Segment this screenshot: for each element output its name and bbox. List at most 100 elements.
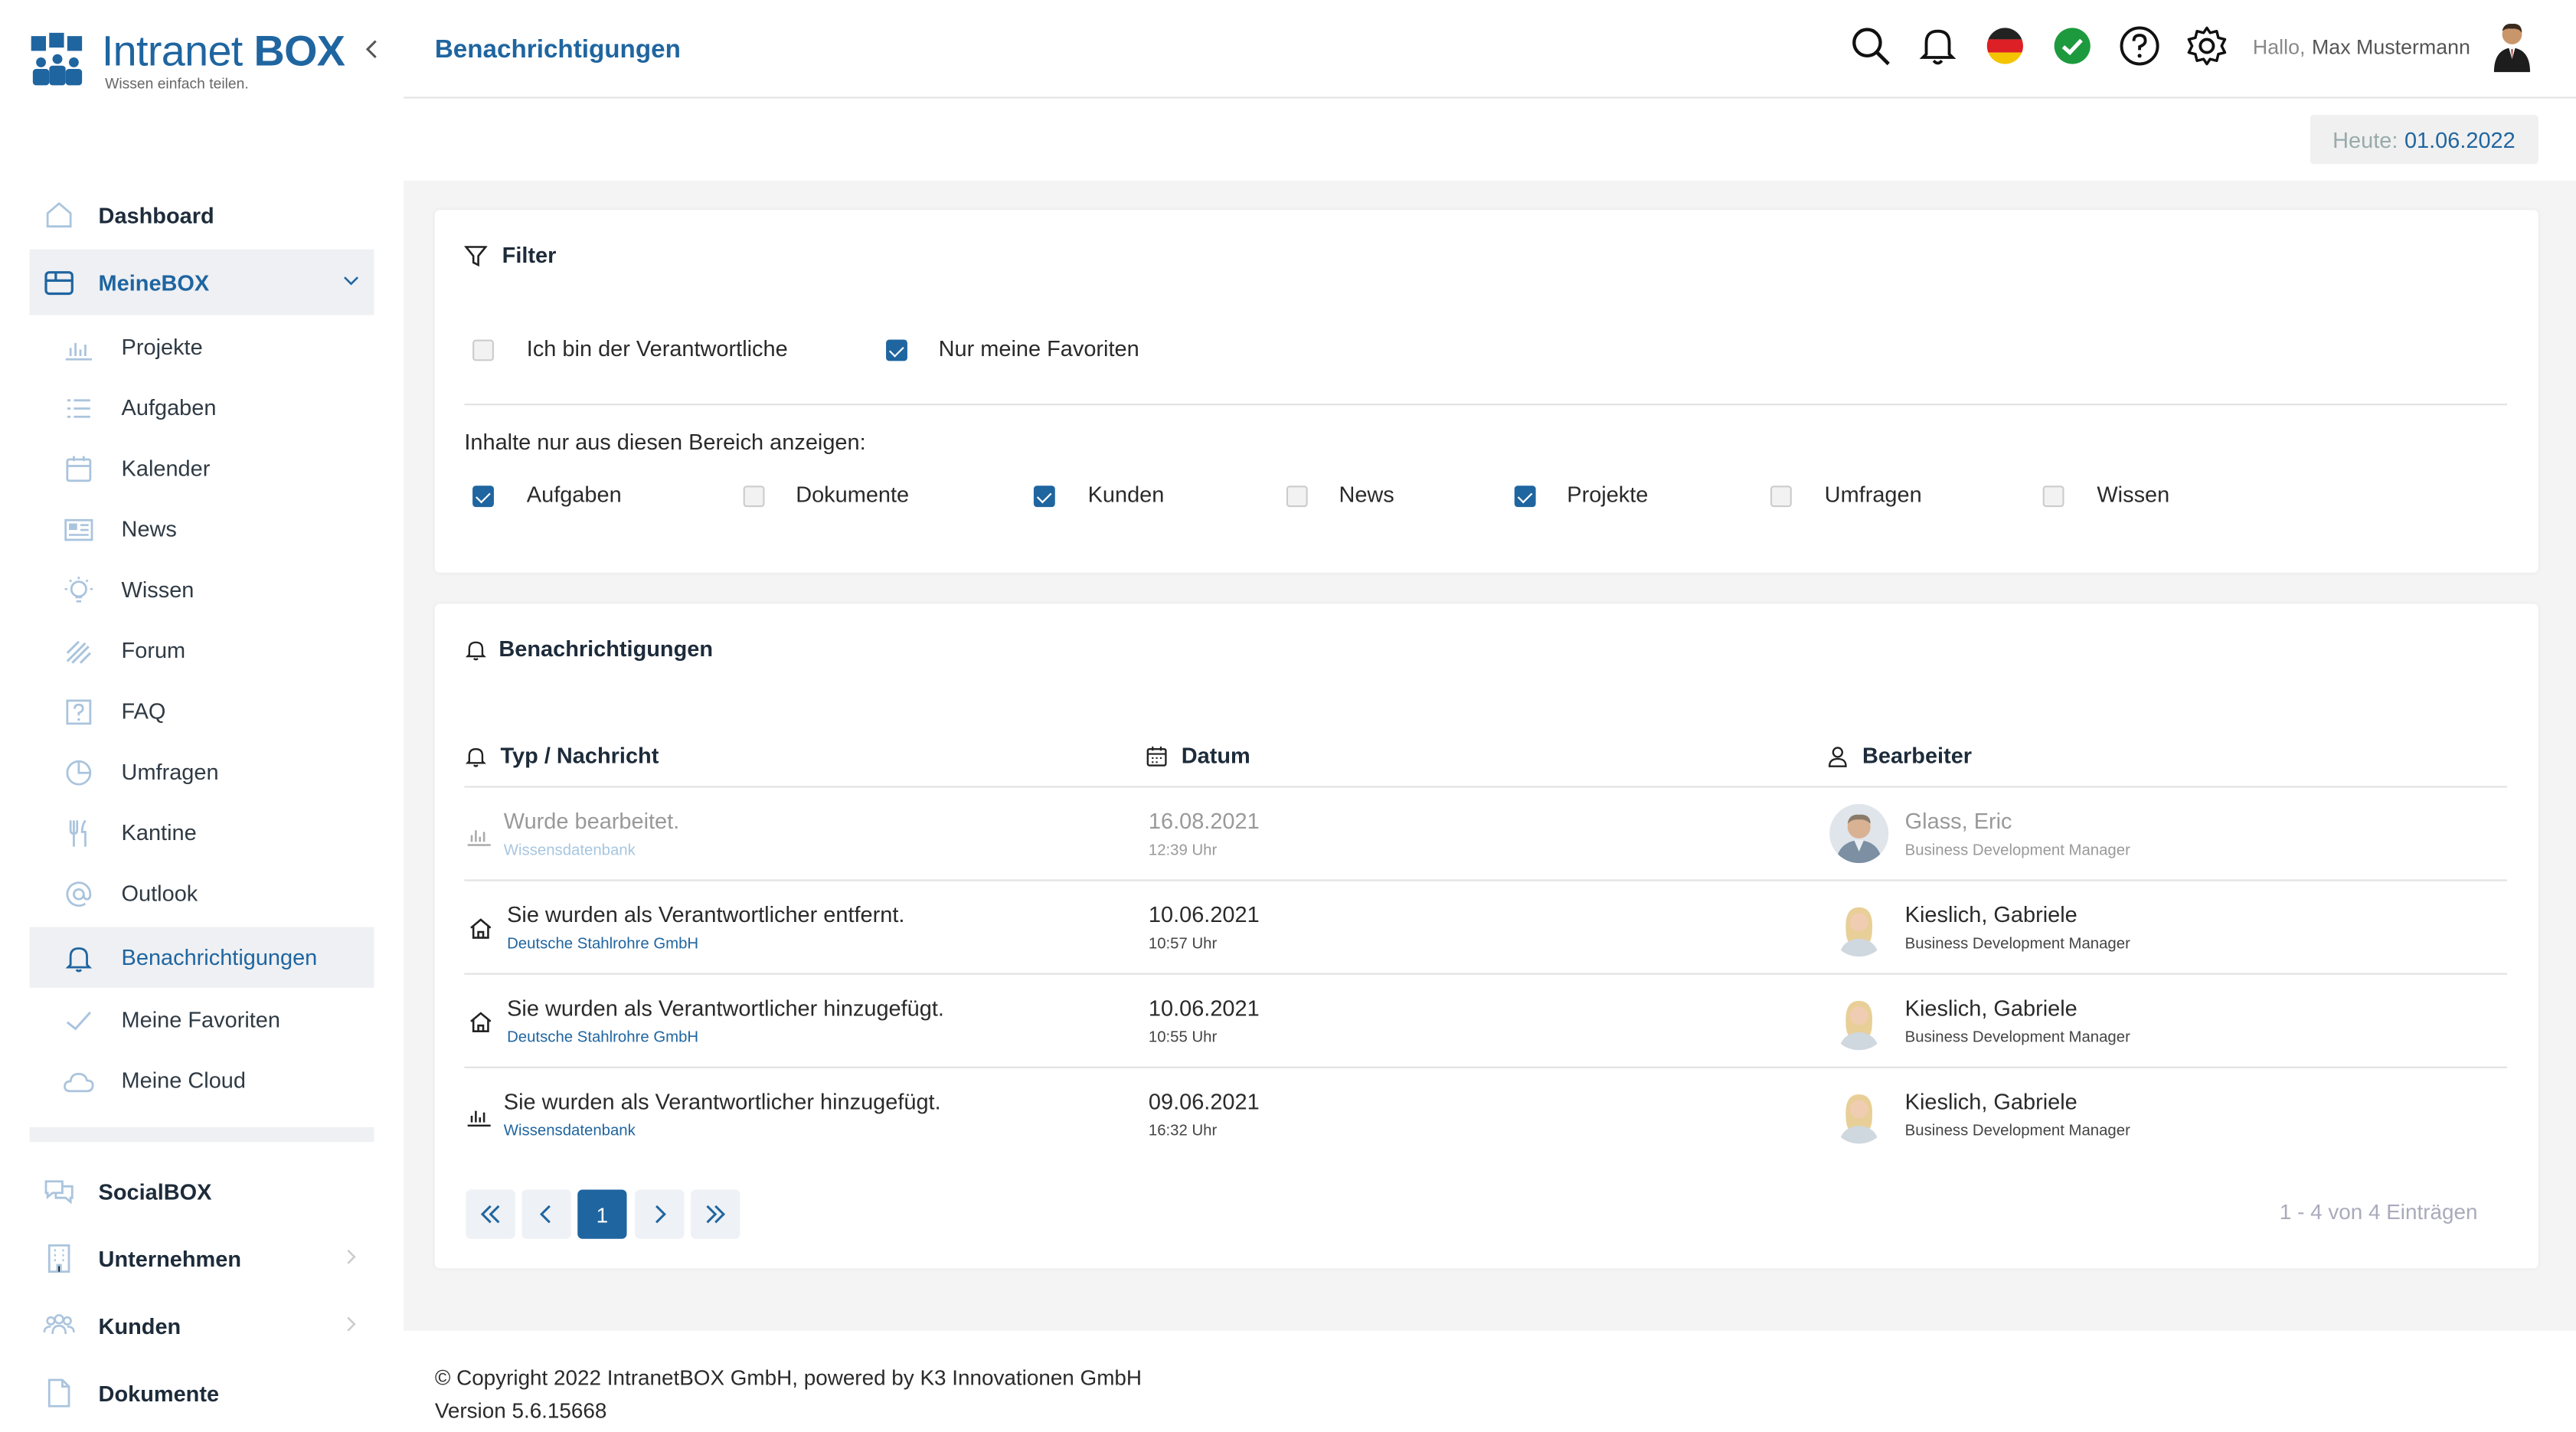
top-header: Benachrichtigungen Hallo, Max Mustermann xyxy=(404,0,2576,99)
prev-page-button[interactable] xyxy=(521,1189,571,1239)
notification-person[interactable]: Kieslich, Gabriele xyxy=(1905,1090,2077,1114)
notification-source-link[interactable]: Wissensdatenbank xyxy=(504,842,636,860)
sidebar-item-wissen[interactable]: Wissen xyxy=(30,560,374,620)
sidebar-item-dokumente[interactable]: Dokumente xyxy=(30,1360,374,1426)
avatar xyxy=(1829,803,1889,864)
row-divider xyxy=(464,879,2508,881)
checkbox-umfragen[interactable] xyxy=(1770,486,1792,508)
avatar xyxy=(1829,897,1889,957)
filter-icon xyxy=(464,245,488,266)
sidebar-item-label: FAQ xyxy=(121,698,166,724)
sidebar-item-dashboard[interactable]: Dashboard xyxy=(30,182,374,248)
checkbox-news[interactable] xyxy=(1286,486,1308,508)
german-flag-icon[interactable] xyxy=(1982,23,2028,69)
notification-date: 16.08.2021 xyxy=(1148,809,1260,834)
document-icon xyxy=(47,1378,70,1407)
entries-summary: 1 - 4 von 4 Einträgen xyxy=(2279,1199,2478,1224)
bar-chart-icon xyxy=(467,1110,491,1127)
sidebar-item-kunden[interactable]: Kunden xyxy=(30,1293,374,1358)
notification-person[interactable]: Kieslich, Gabriele xyxy=(1905,996,2077,1021)
pie-chart-icon xyxy=(66,759,92,785)
sidebar-item-label: Kunden xyxy=(98,1313,181,1339)
notification-date: 09.06.2021 xyxy=(1148,1089,1260,1114)
search-icon[interactable] xyxy=(1848,23,1894,69)
checkbox-verantwortlicher[interactable] xyxy=(472,339,494,361)
notification-role: Business Development Manager xyxy=(1904,935,2130,953)
notifications-title: Benachrichtigungen xyxy=(464,636,713,662)
notification-person[interactable]: Glass, Eric xyxy=(1905,809,2012,833)
first-page-button[interactable] xyxy=(466,1189,515,1239)
logo[interactable]: Intranet BOX Wissen einfach teilen. xyxy=(28,26,372,98)
checkbox-favoriten[interactable] xyxy=(886,339,907,361)
notification-source-link[interactable]: Wissensdatenbank xyxy=(504,1123,636,1141)
row-divider xyxy=(464,973,2508,975)
notification-date: 10.06.2021 xyxy=(1148,996,1260,1021)
checkbox-dokumente[interactable] xyxy=(743,486,765,508)
sidebar-item-meine-cloud[interactable]: Meine Cloud xyxy=(30,1050,374,1110)
notification-role: Business Development Manager xyxy=(1904,1028,2130,1048)
sidebar-item-kalender[interactable]: Kalender xyxy=(30,438,374,499)
column-header-bearbeiter[interactable]: Bearbeiter xyxy=(1826,744,1972,768)
sidebar-item-aufgaben[interactable]: Aufgaben xyxy=(30,378,374,438)
chevron-right-icon xyxy=(655,1205,666,1224)
checkbox-label: Projekte xyxy=(1567,482,1649,508)
checkbox-label: Nur meine Favoriten xyxy=(938,336,1139,361)
calendar-icon xyxy=(1146,745,1167,766)
last-page-button[interactable] xyxy=(691,1189,740,1239)
checkbox-label: Dokumente xyxy=(796,482,910,508)
collapse-sidebar-icon[interactable] xyxy=(363,36,383,62)
column-header-datum[interactable]: Datum xyxy=(1146,744,1250,768)
chevron-left-icon xyxy=(539,1205,551,1224)
sidebar-item-meine-favoriten[interactable]: Meine Favoriten xyxy=(30,989,374,1050)
notification-message: Sie wurden als Verantwortlicher hinzugef… xyxy=(503,1089,941,1114)
sidebar-item-news[interactable]: News xyxy=(30,499,374,559)
notification-person[interactable]: Kieslich, Gabriele xyxy=(1905,902,2077,927)
sidebar-item-faq[interactable]: FAQ xyxy=(30,681,374,741)
sidebar-item-projekte[interactable]: Projekte xyxy=(30,317,374,378)
next-page-button[interactable] xyxy=(635,1189,685,1239)
sidebar-item-outlook[interactable]: Outlook xyxy=(30,863,374,924)
sidebar-divider xyxy=(29,1127,374,1143)
sidebar-item-label: Meine Favoriten xyxy=(121,1007,280,1032)
areas-label: Inhalte nur aus diesen Bereich anzeigen: xyxy=(464,430,866,455)
notification-source-link[interactable]: Deutsche Stahlrohre GmbH xyxy=(507,935,698,953)
sidebar-item-unternehmen[interactable]: Unternehmen xyxy=(30,1226,374,1292)
chevron-right-icon xyxy=(347,1249,356,1264)
sidebar: Intranet BOX Wissen einfach teilen. Dash… xyxy=(0,0,404,1432)
sidebar-item-meinebox[interactable]: MeineBOX xyxy=(29,249,374,315)
home-icon xyxy=(470,918,492,939)
bar-chart-icon xyxy=(65,342,92,360)
avatar[interactable] xyxy=(2487,20,2536,73)
gear-icon[interactable] xyxy=(2184,23,2230,69)
sidebar-item-label: Forum xyxy=(121,638,186,663)
bell-icon xyxy=(465,640,486,660)
checkbox-kunden[interactable] xyxy=(1033,486,1055,508)
checkbox-label: Kunden xyxy=(1087,482,1165,508)
sidebar-item-benachrichtigungen[interactable]: Benachrichtigungen xyxy=(29,927,374,988)
sidebar-item-socialbox[interactable]: SocialBOX xyxy=(30,1159,374,1224)
notification-time: 16:32 Uhr xyxy=(1148,1122,1218,1141)
chevron-right-icon xyxy=(347,1316,356,1332)
user-name[interactable]: Max Mustermann xyxy=(2312,36,2470,59)
logo-icon xyxy=(31,32,83,86)
filter-card xyxy=(434,210,2538,573)
column-header-typ[interactable]: Typ / Nachricht xyxy=(464,744,659,768)
page-button-current[interactable]: 1 xyxy=(577,1189,627,1239)
notification-message: Sie wurden als Verantwortlicher hinzugef… xyxy=(507,996,944,1021)
bell-icon[interactable] xyxy=(1915,23,1961,69)
status-ok-icon[interactable] xyxy=(2049,23,2095,69)
sidebar-item-kantine[interactable]: Kantine xyxy=(30,803,374,863)
checkbox-projekte[interactable] xyxy=(1514,486,1536,508)
sidebar-item-forum[interactable]: Forum xyxy=(30,620,374,681)
chevron-down-icon xyxy=(344,276,359,286)
checkbox-wissen[interactable] xyxy=(2042,486,2064,508)
checkbox-aufgaben[interactable] xyxy=(472,486,494,508)
row-divider xyxy=(464,786,2508,788)
notification-source-link[interactable]: Deutsche Stahlrohre GmbH xyxy=(507,1028,698,1047)
bell-icon xyxy=(465,747,486,767)
help-icon[interactable] xyxy=(2117,23,2162,69)
bar-chart-icon xyxy=(467,830,491,846)
checkbox-label: Ich bin der Verantwortliche xyxy=(526,336,788,361)
sidebar-item-umfragen[interactable]: Umfragen xyxy=(30,742,374,803)
footer: © Copyright 2022 IntranetBOX GmbH, power… xyxy=(404,1330,2576,1432)
